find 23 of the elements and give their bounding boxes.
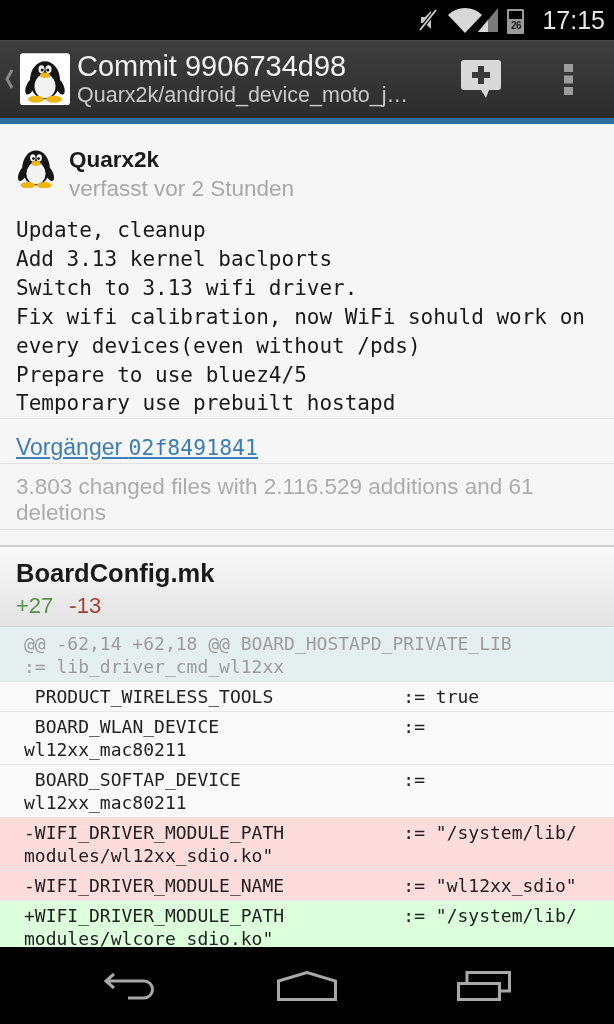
home-icon (277, 970, 337, 1001)
battery-indicator: 26 (507, 9, 525, 34)
change-summary: 3.803 changed files with 2.116.529 additions and 61 deletions (16, 474, 535, 527)
penguin-avatar-icon (20, 52, 70, 106)
commit-title: Commit 9906734d98 (77, 50, 348, 83)
mute-icon (418, 8, 439, 32)
caret-icon (5, 69, 14, 89)
author-name: Quarx2k (69, 146, 161, 174)
repository-subtitle: Quarx2k/android_device_moto_j… (77, 83, 410, 108)
wifi-icon (448, 7, 483, 33)
parent-commit-link[interactable]: Vorgänger 02f8491841 (16, 434, 258, 461)
overflow-menu-icon (563, 63, 573, 95)
recent-apps-icon (457, 970, 511, 1001)
commit-message: Update, cleanup Add 3.13 kernel baclports Switch to 3.13 wifi driver. Fix wifi calibration, now WiFi sohuld work on every devices(even without /pds) Prepare to use bluez4/5 Temporary use prebuilt hostapd (16, 217, 586, 418)
back-icon (103, 971, 157, 1000)
commit-time: verfasst vor 2 Stunden (69, 175, 295, 203)
signal-icon (478, 8, 499, 32)
additions-count: +27 (16, 592, 54, 621)
clock-time: 17:15 (542, 5, 605, 35)
deletions-count: -13 (69, 592, 102, 621)
file-name: BoardConfig.mk (16, 559, 216, 588)
comment-plus-icon (461, 60, 501, 98)
hunk-header: @@ -62,14 +62,18 @@ BOARD_HOSTAPD_PRIVATE_LIB := lib_driver_cmd_wl12xx (0, 627, 614, 683)
